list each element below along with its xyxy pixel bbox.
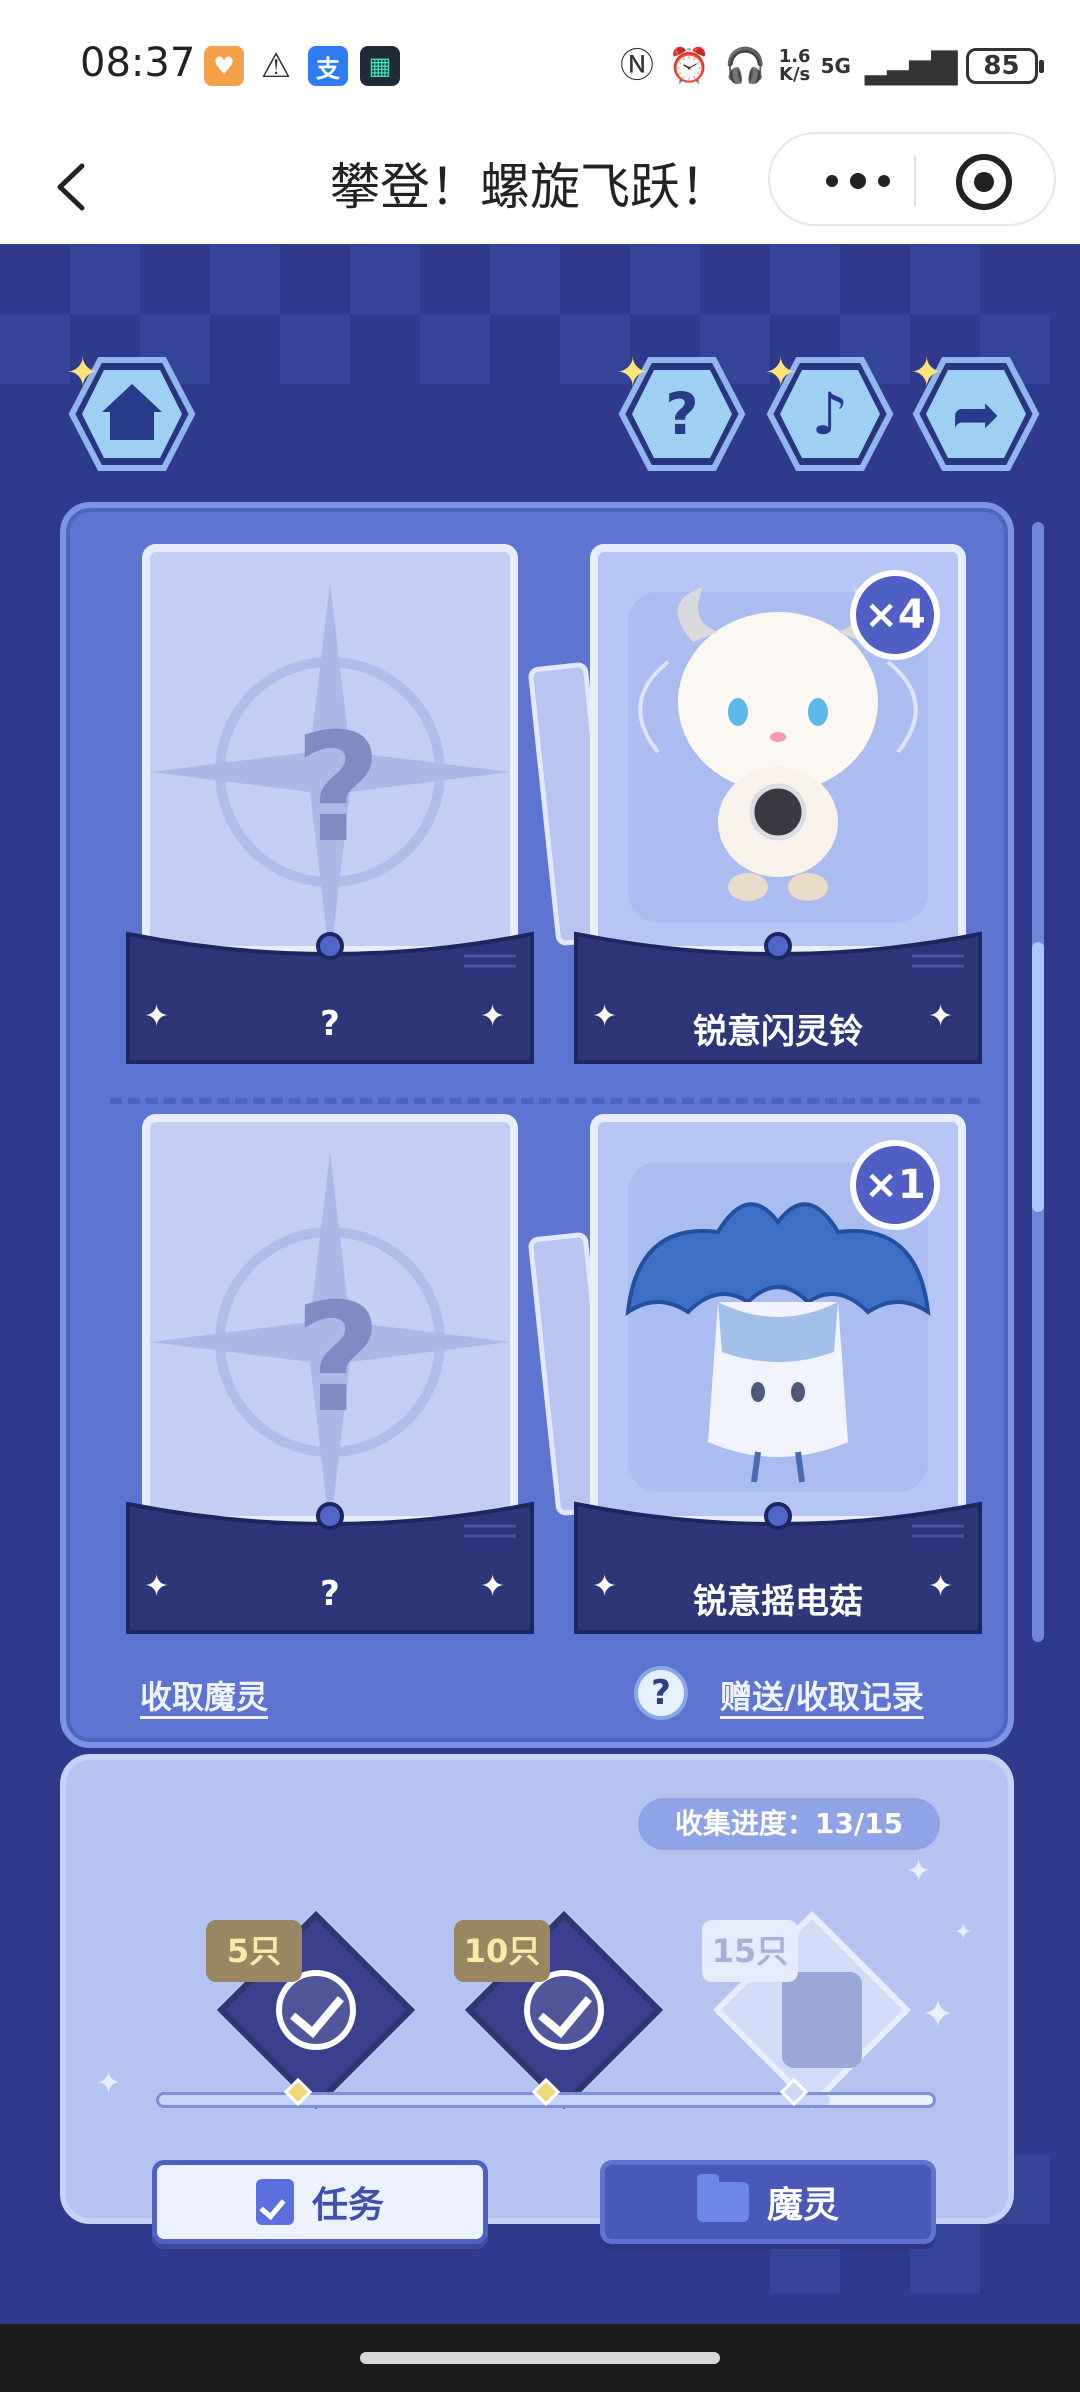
milestone-reward[interactable]: 10只: [454, 1900, 663, 2109]
sparkle-icon: ✦: [910, 350, 944, 396]
dot-icon: [850, 173, 866, 189]
milestone-reward[interactable]: 5只: [206, 1900, 415, 2109]
clock: 08:37: [80, 40, 196, 86]
sparkle-icon: ✦: [66, 350, 100, 396]
dot-icon: [826, 175, 838, 187]
dot-icon: [878, 175, 890, 187]
header: 攀登！螺旋飞跃！: [0, 130, 1080, 244]
battery-indicator: 85: [965, 48, 1044, 84]
gift-records-link[interactable]: 赠送/收取记录: [720, 1672, 924, 1718]
alarm-icon: ⏰: [668, 46, 711, 86]
alipay-icon: 支: [308, 46, 348, 86]
music-button[interactable]: ♪ ✦: [764, 350, 894, 474]
page-title: 攀登！螺旋飞跃！: [330, 158, 730, 216]
bg-pattern: [490, 244, 560, 314]
sparkle-icon: ✦: [922, 1992, 954, 2036]
folder-icon: [696, 2174, 749, 2222]
scrollbar-thumb[interactable]: [1032, 942, 1044, 1212]
sparkle-icon: ✦: [928, 1569, 954, 1604]
check-icon: [524, 1970, 604, 2050]
reward-bag-icon: [782, 1972, 862, 2068]
close-mini-program-button[interactable]: [956, 154, 1012, 210]
spirit-button-label: 魔灵: [766, 2185, 839, 2226]
collect-spirits-link[interactable]: 收取魔灵: [140, 1672, 268, 1718]
collection-progress: 收集进度：13/15: [638, 1798, 940, 1850]
records-help-icon[interactable]: ?: [634, 1666, 688, 1720]
row-divider: [110, 1098, 980, 1104]
bg-pattern: [420, 314, 490, 384]
bg-pattern: [70, 244, 140, 314]
progress-value: 13/15: [814, 1807, 904, 1840]
sparkle-icon: ✦: [954, 1920, 973, 1945]
more-button[interactable]: [808, 154, 908, 208]
bg-pattern: [910, 244, 980, 314]
spirit-name: 锐意摇电菇: [693, 1582, 863, 1622]
headphones-icon: 🎧: [724, 46, 767, 86]
milestone-label: 15只: [702, 1920, 798, 1982]
milestone-label: 10只: [454, 1920, 550, 1982]
spirit-cards-panel: ? ✦ ? ✦ ×4 ✦ 锐意闪灵铃 ✦ ? ✦ ? ✦ ×1 ✦ 锐意摇电菇 …: [60, 502, 1014, 1748]
milestone-label: 5只: [206, 1920, 302, 1982]
home-indicator[interactable]: [360, 2352, 720, 2364]
bg-pattern: [0, 314, 70, 384]
task-button[interactable]: 任务: [152, 2160, 488, 2244]
spirit-card-locked[interactable]: ? ✦ ? ✦: [124, 544, 536, 1066]
help-button[interactable]: ? ✦: [616, 350, 746, 474]
spirit-card-owned[interactable]: ×4 ✦ 锐意闪灵铃 ✦: [527, 544, 984, 1066]
count-badge: ×4: [850, 570, 940, 660]
progress-label: 收集进度：: [674, 1807, 815, 1840]
sparkle-icon: ✦: [928, 999, 954, 1034]
spirit-name: ?: [320, 1574, 340, 1614]
game-area: ✦ ? ✦ ♪ ✦ ➦ ✦ ? ✦ ? ✦ ×4 ✦ 锐意闪灵铃 ✦ ? ✦ ?…: [0, 244, 1080, 2324]
collection-progress-panel: 收集进度：13/15 ✦ ✦ ✦ ✦ 5只 10只 15只 任务 魔灵: [60, 1754, 1014, 2244]
spirit-card-locked[interactable]: ? ✦ ? ✦: [124, 1114, 536, 1636]
task-button-label: 任务: [311, 2185, 384, 2226]
capsule-divider: [914, 156, 916, 206]
heart-app-icon: ♥: [204, 46, 244, 86]
signal-icon: ▂▃▅▇: [864, 46, 958, 86]
count-badge: ×1: [850, 1140, 940, 1230]
scrollbar[interactable]: [1032, 522, 1044, 1642]
system-navigation-bar: [0, 2324, 1080, 2392]
network-speed: 1.6 K/s: [779, 48, 811, 84]
spirit-button[interactable]: 魔灵: [600, 2160, 936, 2244]
share-button[interactable]: ➦ ✦: [910, 350, 1040, 474]
card-frame: ?: [142, 544, 518, 954]
warning-icon: ⚠: [260, 46, 292, 86]
status-bar: 08:37 ♥ ⚠ 支 ▦ Ⓝ ⏰ 🎧 1.6 K/s 5G ▂▃▅▇ 85: [0, 0, 1080, 130]
home-button[interactable]: ✦: [66, 350, 196, 474]
sparkle-icon: ✦: [96, 2066, 122, 2101]
mini-program-capsule: [768, 132, 1056, 226]
check-icon: [276, 1970, 356, 2050]
progress-bar-fill: [159, 2095, 831, 2105]
app-icon: ▦: [360, 46, 400, 86]
unknown-spirit-placeholder: ?: [294, 1272, 382, 1446]
system-icons: Ⓝ ⏰ 🎧 1.6 K/s 5G ▂▃▅▇ 85: [606, 46, 1044, 86]
spirit-name: ?: [320, 1004, 340, 1044]
sparkle-icon: ✦: [480, 1569, 506, 1604]
unknown-spirit-placeholder: ?: [294, 702, 382, 876]
bg-pattern: [280, 314, 350, 384]
bg-pattern: [210, 244, 280, 314]
network-type: 5G: [820, 54, 851, 78]
card-frame: ?: [142, 1114, 518, 1524]
bg-pattern: [350, 244, 420, 314]
spirit-card-owned[interactable]: ×1 ✦ 锐意摇电菇 ✦: [527, 1114, 984, 1636]
task-doc-icon: [255, 2179, 294, 2225]
sparkle-icon: ✦: [616, 350, 650, 396]
chevron-left-icon: [57, 163, 85, 211]
back-button[interactable]: [40, 152, 110, 222]
spirit-name: 锐意闪灵铃: [693, 1012, 863, 1052]
sparkle-icon: ✦: [480, 999, 506, 1034]
speed-unit: K/s: [779, 64, 811, 85]
card-frame: ×1: [590, 1114, 966, 1524]
card-frame: ×4: [590, 544, 966, 954]
milestone-reward[interactable]: 15只: [702, 1900, 911, 2109]
sparkle-icon: ✦: [906, 1854, 932, 1889]
nfc-icon: Ⓝ: [620, 46, 654, 86]
sparkle-icon: ✦: [764, 350, 798, 396]
bg-pattern: [770, 244, 840, 314]
bg-pattern: [630, 244, 700, 314]
